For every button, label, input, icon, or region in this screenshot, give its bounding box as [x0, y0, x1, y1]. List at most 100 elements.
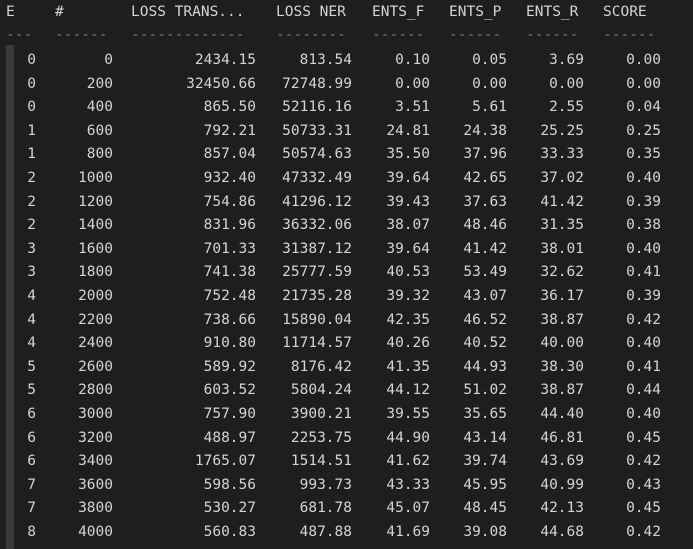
cell-loss-trans: 488.97 [203, 430, 256, 446]
cell-ents-r: 32.62 [540, 264, 584, 280]
separator-epoch: --- [6, 27, 33, 43]
cell-ents-p: 44.93 [463, 359, 507, 375]
cell-epoch: 3 [27, 264, 36, 280]
cell-loss-ner: 813.54 [299, 52, 352, 68]
cell-step: 600 [86, 123, 113, 139]
cell-score: 0.39 [626, 288, 661, 304]
cell-epoch: 6 [27, 406, 36, 422]
cell-loss-ner: 21735.28 [282, 288, 352, 304]
cell-loss-trans: 1765.07 [194, 453, 256, 469]
cell-ents-p: 39.74 [463, 453, 507, 469]
cell-loss-trans: 589.92 [203, 359, 256, 375]
table-row: 2 1400 831.96 36332.06 38.07 48.46 31.35 0.38 [0, 214, 693, 236]
cell-loss-ner: 36332.06 [282, 217, 352, 233]
table-row: 7 3800 530.27 681.78 45.07 48.45 42.13 0.45 [0, 497, 693, 519]
cell-loss-ner: 47332.49 [282, 170, 352, 186]
cell-ents-r: 36.17 [540, 288, 584, 304]
cell-epoch: 7 [27, 477, 36, 493]
cell-epoch: 0 [27, 52, 36, 68]
header-epoch: E [6, 4, 15, 20]
cell-ents-f: 39.32 [386, 288, 430, 304]
cell-ents-r: 44.40 [540, 406, 584, 422]
cell-epoch: 1 [27, 123, 36, 139]
cell-loss-ner: 993.73 [299, 477, 352, 493]
cell-step: 200 [86, 76, 113, 92]
cell-score: 0.42 [626, 453, 661, 469]
table-row: 6 3000 757.90 3900.21 39.55 35.65 44.40 0.40 [0, 403, 693, 425]
cell-loss-trans: 738.66 [203, 312, 256, 328]
cell-epoch: 4 [27, 288, 36, 304]
cell-step: 1400 [78, 217, 113, 233]
table-row: 2 1200 754.86 41296.12 39.43 37.63 41.42 0.39 [0, 191, 693, 213]
cell-loss-trans: 530.27 [203, 500, 256, 516]
header-loss-ner: LOSS NER [276, 4, 346, 20]
cell-epoch: 3 [27, 241, 36, 257]
cell-ents-r: 0.00 [549, 76, 584, 92]
cell-ents-f: 43.33 [386, 477, 430, 493]
cell-step: 3400 [78, 453, 113, 469]
table-row: 8 4000 560.83 487.88 41.69 39.08 44.68 0.42 [0, 521, 693, 543]
header-ents-r: ENTS_R [526, 4, 579, 20]
cell-ents-f: 39.55 [386, 406, 430, 422]
cell-ents-f: 40.53 [386, 264, 430, 280]
cell-score: 0.45 [626, 430, 661, 446]
cell-ents-p: 0.00 [472, 76, 507, 92]
cell-loss-ner: 50733.31 [282, 123, 352, 139]
cell-ents-r: 38.01 [540, 241, 584, 257]
cell-loss-trans: 857.04 [203, 146, 256, 162]
table-row: 0 0 2434.15 813.54 0.10 0.05 3.69 0.00 [0, 49, 693, 71]
cell-step: 3200 [78, 430, 113, 446]
separator-loss-trans: ------------- [131, 27, 245, 43]
cell-epoch: 0 [27, 76, 36, 92]
cell-ents-p: 40.52 [463, 335, 507, 351]
cell-ents-r: 3.69 [549, 52, 584, 68]
cell-score: 0.45 [626, 500, 661, 516]
cell-loss-trans: 32450.66 [186, 76, 256, 92]
cell-loss-trans: 752.48 [203, 288, 256, 304]
cell-loss-ner: 50574.63 [282, 146, 352, 162]
header-score: SCORE [603, 4, 647, 20]
cell-ents-f: 39.43 [386, 194, 430, 210]
cell-score: 0.40 [626, 406, 661, 422]
table-row: 4 2400 910.80 11714.57 40.26 40.52 40.00 0.40 [0, 332, 693, 354]
cell-ents-p: 43.14 [463, 430, 507, 446]
separator-step: ------ [55, 27, 108, 43]
cell-loss-trans: 910.80 [203, 335, 256, 351]
cell-loss-trans: 792.21 [203, 123, 256, 139]
cell-epoch: 5 [27, 382, 36, 398]
table-row: 6 3200 488.97 2253.75 44.90 43.14 46.81 0.45 [0, 427, 693, 449]
cell-ents-r: 43.69 [540, 453, 584, 469]
cell-epoch: 4 [27, 335, 36, 351]
cell-step: 3600 [78, 477, 113, 493]
cell-ents-p: 48.45 [463, 500, 507, 516]
cell-epoch: 2 [27, 217, 36, 233]
cell-epoch: 6 [27, 430, 36, 446]
cell-score: 0.43 [626, 477, 661, 493]
cell-ents-f: 35.50 [386, 146, 430, 162]
cell-epoch: 0 [27, 99, 36, 115]
cell-loss-ner: 15890.04 [282, 312, 352, 328]
cell-ents-f: 24.81 [386, 123, 430, 139]
terminal-output: E # LOSS TRANS... LOSS NER ENTS_F ENTS_P ENTS_… [0, 0, 693, 549]
cell-ents-f: 41.62 [386, 453, 430, 469]
cell-loss-trans: 701.33 [203, 241, 256, 257]
cell-step: 2400 [78, 335, 113, 351]
header-separator: --- ------ ------------- -------- ------ ----… [0, 24, 693, 46]
cell-step: 2600 [78, 359, 113, 375]
cell-loss-trans: 932.40 [203, 170, 256, 186]
cell-ents-r: 42.13 [540, 500, 584, 516]
cell-step: 400 [86, 99, 113, 115]
separator-ents-f: ------ [372, 27, 425, 43]
separator-loss-ner: -------- [276, 27, 346, 43]
cell-ents-p: 42.65 [463, 170, 507, 186]
cell-score: 0.39 [626, 194, 661, 210]
cell-score: 0.00 [626, 52, 661, 68]
cell-loss-trans: 757.90 [203, 406, 256, 422]
cell-loss-ner: 487.88 [299, 524, 352, 540]
header-step: # [55, 4, 64, 20]
cell-loss-ner: 2253.75 [290, 430, 352, 446]
cell-ents-r: 40.00 [540, 335, 584, 351]
cell-ents-f: 0.10 [395, 52, 430, 68]
cell-ents-r: 40.99 [540, 477, 584, 493]
header-ents-f: ENTS_F [372, 4, 425, 20]
